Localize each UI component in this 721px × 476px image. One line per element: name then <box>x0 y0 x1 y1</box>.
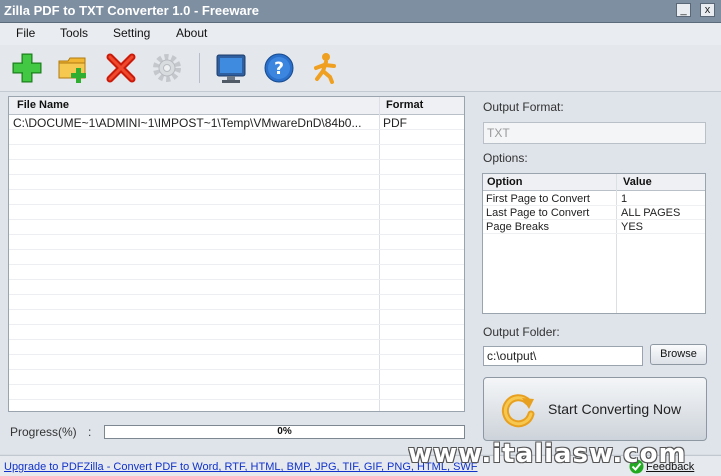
table-row <box>9 265 464 280</box>
table-row[interactable]: C:\DOCUME~1\ADMINI~1\IMPOST~1\Temp\VMwar… <box>9 115 464 130</box>
table-row <box>9 130 464 145</box>
column-header-file-name[interactable]: File Name <box>17 99 69 111</box>
toolbar-separator <box>199 53 200 83</box>
menu-setting[interactable]: Setting <box>113 26 150 40</box>
table-row <box>9 205 464 220</box>
file-name-cell: C:\DOCUME~1\ADMINI~1\IMPOST~1\Temp\VMwar… <box>13 116 362 130</box>
table-row <box>9 310 464 325</box>
svg-text:?: ? <box>274 59 284 79</box>
table-row <box>9 250 464 265</box>
table-row <box>9 220 464 235</box>
table-row <box>9 340 464 355</box>
menu-file[interactable]: File <box>16 26 35 40</box>
column-header-option[interactable]: Option <box>487 176 522 188</box>
window-title: Zilla PDF to TXT Converter 1.0 - Freewar… <box>4 3 260 18</box>
file-format-cell: PDF <box>383 116 407 130</box>
options-table[interactable]: Option Value First Page to Convert 1 Las… <box>482 173 706 314</box>
app-window: Zilla PDF to TXT Converter 1.0 - Freewar… <box>0 0 721 476</box>
table-row <box>9 160 464 175</box>
output-format-select[interactable]: TXT <box>483 122 706 144</box>
start-converting-button[interactable]: Start Converting Now <box>483 377 707 441</box>
option-row[interactable]: First Page to Convert 1 <box>483 192 705 206</box>
table-row <box>9 145 464 160</box>
option-name: Page Breaks <box>486 221 549 233</box>
option-name: Last Page to Convert <box>486 207 590 219</box>
table-row <box>9 325 464 340</box>
start-converting-label: Start Converting Now <box>548 401 682 417</box>
options-label: Options: <box>483 151 528 165</box>
menu-tools[interactable]: Tools <box>60 26 88 40</box>
table-row <box>9 235 464 250</box>
runner-icon[interactable] <box>308 51 342 85</box>
options-header: Option Value <box>483 174 705 191</box>
menu-bar: File Tools Setting About <box>0 23 721 45</box>
minimize-button[interactable]: _ <box>676 3 691 17</box>
table-row <box>9 175 464 190</box>
option-value: YES <box>621 221 644 233</box>
table-row <box>9 295 464 310</box>
upgrade-link[interactable]: Upgrade to PDFZilla - Convert PDF to Wor… <box>4 461 478 473</box>
settings-gear-icon[interactable] <box>150 51 184 85</box>
refresh-arrow-icon <box>501 394 535 428</box>
toolbar: ? <box>0 45 721 92</box>
output-folder-input[interactable]: c:\output\ <box>483 346 643 366</box>
file-list-header: File Name Format <box>9 97 464 115</box>
table-row <box>9 280 464 295</box>
option-row[interactable]: Last Page to Convert ALL PAGES <box>483 206 705 220</box>
add-file-icon[interactable] <box>10 51 44 85</box>
column-header-format[interactable]: Format <box>386 99 423 111</box>
table-row <box>9 190 464 205</box>
monitor-icon[interactable] <box>214 51 248 85</box>
close-button[interactable]: x <box>700 3 715 17</box>
progress-colon: : <box>88 425 92 439</box>
option-row[interactable]: Page Breaks YES <box>483 220 705 234</box>
watermark: www.italiasw.com <box>408 439 687 469</box>
file-list[interactable]: File Name Format C:\DOCUME~1\ADMINI~1\IM… <box>8 96 465 412</box>
add-folder-icon[interactable] <box>56 51 90 85</box>
title-bar[interactable]: Zilla PDF to TXT Converter 1.0 - Freewar… <box>0 0 721 23</box>
progress-percent: 0% <box>277 426 292 437</box>
table-row <box>9 385 464 400</box>
progress-bar: 0% <box>104 425 465 439</box>
progress-label: Progress(%) <box>10 425 77 439</box>
table-row <box>9 355 464 370</box>
output-folder-label: Output Folder: <box>483 325 560 339</box>
menu-about[interactable]: About <box>176 26 207 40</box>
browse-button[interactable]: Browse <box>650 344 707 365</box>
output-format-label: Output Format: <box>483 100 564 114</box>
help-icon[interactable]: ? <box>262 51 296 85</box>
option-name: First Page to Convert <box>486 193 590 205</box>
option-value: ALL PAGES <box>621 207 681 219</box>
remove-icon[interactable] <box>104 51 138 85</box>
option-value: 1 <box>621 193 628 205</box>
column-header-value[interactable]: Value <box>623 176 652 188</box>
table-row <box>9 370 464 385</box>
